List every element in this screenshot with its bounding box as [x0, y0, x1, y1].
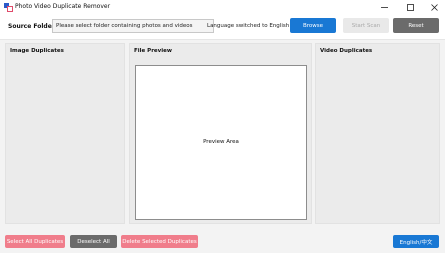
- maximize-button[interactable]: [398, 0, 422, 14]
- delete-selected-button[interactable]: Delete Selected Duplicates: [121, 235, 198, 248]
- source-folder-input[interactable]: [52, 19, 214, 33]
- preview-placeholder: Preview Area: [203, 139, 239, 145]
- status-message: Language switched to English: [207, 23, 290, 29]
- select-all-duplicates-button[interactable]: Select All Duplicates: [5, 235, 65, 248]
- preview-area: Preview Area: [135, 65, 307, 220]
- source-folder-label: Source Folder:: [8, 23, 58, 30]
- start-scan-button[interactable]: Start Scan: [343, 18, 389, 33]
- image-duplicates-panel: Image Duplicates: [5, 43, 125, 224]
- video-duplicates-title: Video Duplicates: [320, 48, 373, 54]
- file-preview-title: File Preview: [134, 48, 172, 54]
- reset-button[interactable]: Reset: [393, 18, 439, 33]
- language-toggle-button[interactable]: English/中文: [393, 235, 439, 248]
- minimize-button[interactable]: [372, 0, 396, 14]
- app-logo-icon: [4, 3, 13, 12]
- image-duplicates-title: Image Duplicates: [10, 48, 64, 54]
- minimize-icon: [380, 6, 388, 8]
- title-bar: Photo Video Duplicate Remover: [0, 0, 445, 14]
- close-icon: [430, 3, 438, 11]
- window-title: Photo Video Duplicate Remover: [15, 3, 111, 10]
- close-button[interactable]: [422, 0, 445, 14]
- browse-button[interactable]: Browse: [290, 18, 336, 33]
- video-duplicates-panel: Video Duplicates: [315, 43, 440, 224]
- deselect-all-button[interactable]: Deselect All: [70, 235, 117, 248]
- file-preview-panel: File Preview Preview Area: [129, 43, 312, 224]
- maximize-icon: [406, 3, 414, 11]
